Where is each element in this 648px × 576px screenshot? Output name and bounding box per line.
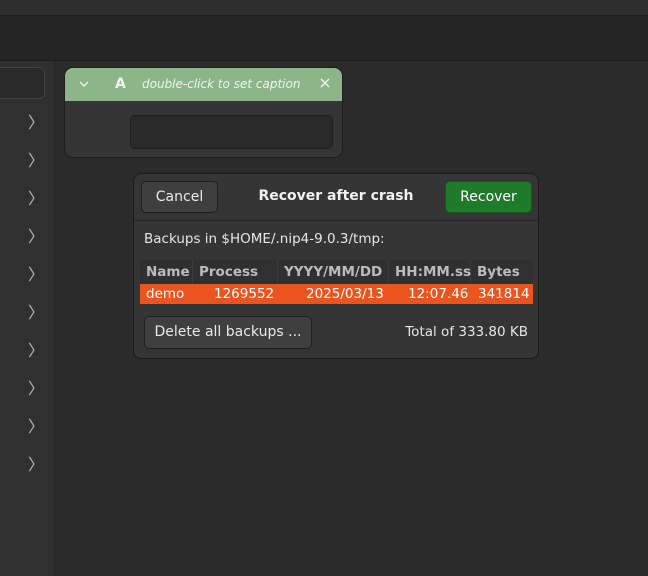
recover-dialog: Recover after crash Cancel Recover Backu… [133, 173, 539, 359]
total-size-label: Total of 333.80 KB [405, 324, 528, 340]
cell-name: demo [146, 286, 185, 302]
cell-process-id: 1269552 [214, 286, 275, 302]
table-header: Name Process ID YYYY/MM/DD HH:MM.ss Byte… [140, 260, 533, 304]
sidebar: 〉 〉 〉 〉 〉 〉 〉 〉 〉 〉 [0, 61, 55, 576]
window-top-bar [0, 0, 648, 16]
chevron-right-icon[interactable]: 〉 [28, 229, 44, 245]
chevron-right-icon[interactable]: 〉 [28, 191, 44, 207]
chevron-right-icon[interactable]: 〉 [28, 343, 44, 359]
cell-time: 12:07.46 [408, 286, 469, 302]
chevron-right-icon[interactable]: 〉 [28, 267, 44, 283]
node-header[interactable]: A double-click to set caption [65, 68, 342, 101]
caption-node[interactable]: A double-click to set caption [64, 67, 343, 158]
toolbar [0, 16, 648, 61]
backups-location-label: Backups in $HOME/.nip4-9.0.3/tmp: [144, 231, 385, 247]
column-header-date[interactable]: YYYY/MM/DD [278, 260, 389, 284]
node-type-letter: A [115, 76, 126, 92]
chevron-right-icon[interactable]: 〉 [28, 153, 44, 169]
cancel-button[interactable]: Cancel [141, 181, 218, 213]
chevron-right-icon[interactable]: 〉 [28, 381, 44, 397]
chevron-down-icon[interactable] [77, 77, 91, 91]
table-row[interactable]: demo 1269552 2025/03/13 12:07.46 341814 [140, 284, 533, 304]
node-caption[interactable]: double-click to set caption [142, 77, 300, 91]
cell-bytes: 341814 [478, 286, 530, 302]
chevron-right-icon[interactable]: 〉 [28, 457, 44, 473]
node-input-field[interactable] [130, 115, 333, 149]
column-header-bytes[interactable]: Bytes [471, 260, 533, 284]
cell-date: 2025/03/13 [306, 286, 384, 302]
column-header-name[interactable]: Name [140, 260, 193, 284]
chevron-right-icon[interactable]: 〉 [28, 115, 44, 131]
delete-all-backups-button[interactable]: Delete all backups ... [144, 316, 312, 349]
column-header-process-id[interactable]: Process ID [193, 260, 278, 304]
chevron-right-icon[interactable]: 〉 [28, 305, 44, 321]
column-header-time[interactable]: HH:MM.ss [389, 260, 471, 284]
sidebar-search-field[interactable] [0, 67, 45, 99]
chevron-right-icon[interactable]: 〉 [28, 419, 44, 435]
dialog-header: Recover after crash Cancel Recover [134, 174, 538, 221]
recover-button[interactable]: Recover [445, 181, 532, 213]
close-icon[interactable] [318, 76, 332, 90]
